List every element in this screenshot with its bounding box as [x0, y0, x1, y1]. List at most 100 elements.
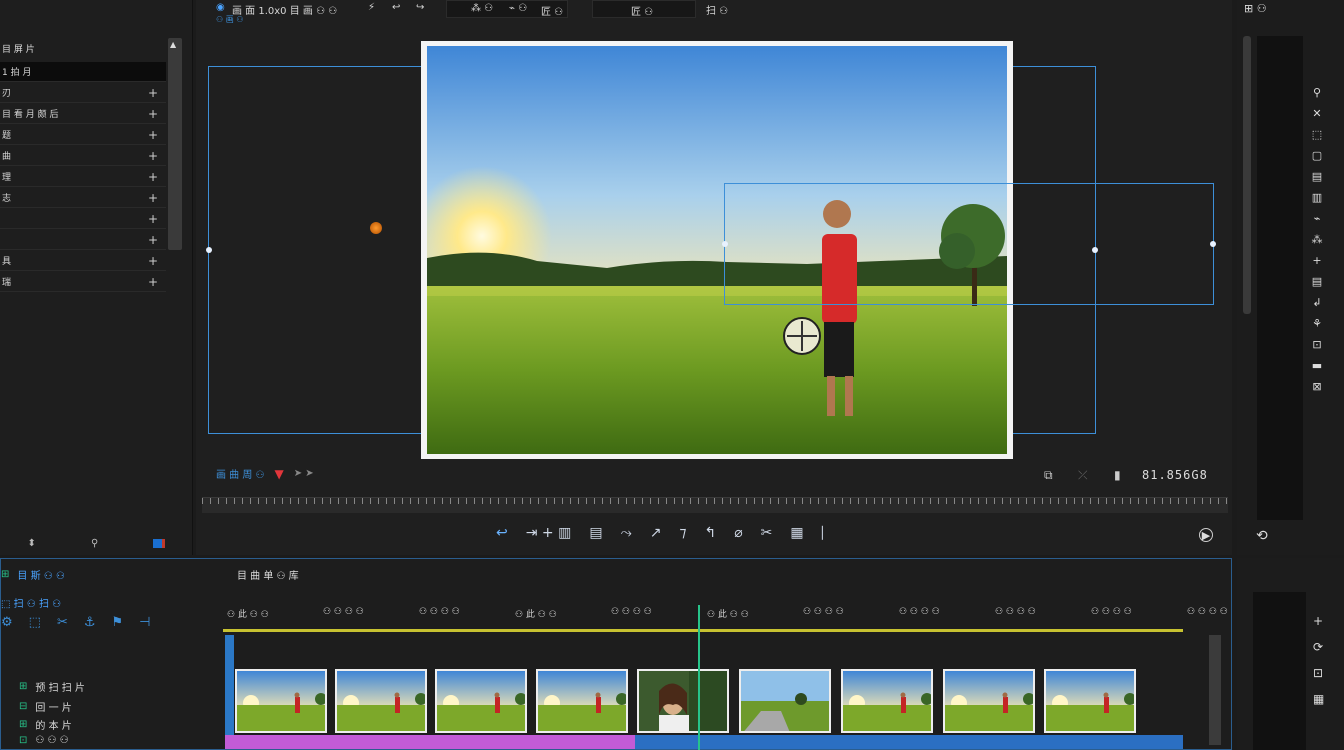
video-clip-thumbnail[interactable]	[943, 669, 1035, 733]
sort-icon[interactable]: ⬍	[28, 538, 36, 549]
ripple-icon[interactable]: ⤳	[621, 525, 632, 541]
video-clip-thumbnail[interactable]	[536, 669, 628, 733]
track-header[interactable]: ⊞ 的 本 片	[19, 717, 72, 732]
chevron-up-icon[interactable]: ▲	[170, 40, 176, 49]
tools-panel-menu[interactable]: ⊞ ⚇	[1244, 2, 1267, 15]
add-icon[interactable]: +	[148, 254, 158, 268]
panel-scrollbar[interactable]	[168, 38, 182, 250]
marker-icon[interactable]: ▼	[275, 467, 284, 481]
video-clip-thumbnail[interactable]	[841, 669, 933, 733]
panel-row[interactable]: 志 +	[0, 188, 166, 208]
panel-row[interactable]: +	[0, 209, 166, 229]
tool-icon[interactable]: ▤	[1312, 170, 1322, 183]
tool-icon[interactable]: +	[1312, 254, 1321, 267]
tool-icon[interactable]: ⌁	[1314, 212, 1321, 225]
track-header[interactable]: ⊞ 目 斯 ⚇ ⚇	[1, 567, 65, 582]
timeline-tool-icon[interactable]: ⊣	[139, 615, 150, 630]
track-toggle-icon[interactable]: ⊞	[19, 719, 27, 730]
play-icon[interactable]: ▶	[1199, 528, 1213, 542]
tool-icon[interactable]: ▬	[1312, 359, 1322, 372]
mark-in-icon[interactable]: ↩	[496, 525, 508, 541]
track-header[interactable]: ⊡ ⚇ ⚇ ⚇	[19, 735, 69, 746]
timeline-scrollbar[interactable]	[1209, 635, 1221, 745]
layout-icon[interactable]: ▦	[790, 525, 803, 541]
video-clip-thumbnail[interactable]	[235, 669, 327, 733]
add-icon[interactable]: +	[148, 149, 158, 163]
monitor-timeline-ruler[interactable]	[202, 497, 1228, 513]
add-icon[interactable]: +	[148, 170, 158, 184]
tool-icon[interactable]: ⁂	[1312, 233, 1323, 246]
timeline-tool-icon[interactable]: ⚑	[112, 615, 124, 630]
add-icon[interactable]: +	[148, 212, 158, 226]
add-icon[interactable]: +	[148, 275, 158, 289]
split-icon[interactable]: ⤫	[1078, 468, 1088, 483]
resize-handle-left[interactable]	[206, 247, 212, 253]
toolbar-item-a[interactable]: ⁂ ⚇	[471, 3, 493, 14]
track-toggle-icon[interactable]: ⊞	[1, 569, 9, 580]
panel-row[interactable]: 1 拍 月	[0, 62, 166, 82]
add-icon[interactable]: +	[1313, 614, 1324, 628]
add-icon[interactable]: +	[148, 128, 158, 142]
video-clip-thumbnail[interactable]	[1044, 669, 1136, 733]
panel-row[interactable]: 刃 +	[0, 83, 166, 103]
panel-row[interactable]: 具 +	[0, 251, 166, 271]
timeline-tool-icon[interactable]: ⚙	[1, 615, 13, 630]
add-icon[interactable]: +	[148, 86, 158, 100]
tool-icon[interactable]: ✕	[1312, 107, 1321, 120]
search-icon[interactable]: ⚲	[91, 538, 98, 549]
nav-icons[interactable]: ➤ ➤	[294, 468, 314, 479]
tool-icon[interactable]: ▢	[1312, 149, 1322, 162]
timecode-display[interactable]: 81.856G8	[1142, 468, 1208, 482]
video-clip-thumbnail[interactable]	[637, 669, 729, 733]
track-header[interactable]: ⊞ 预 扫 扫 片	[19, 679, 85, 694]
reset-icon[interactable]: ⟲	[1256, 528, 1268, 544]
work-area-bar[interactable]	[223, 629, 1183, 632]
tool-icon[interactable]: ⚘	[1312, 317, 1322, 330]
panel-row[interactable]: +	[0, 230, 166, 250]
tool-icon[interactable]: ⚲	[1313, 86, 1321, 99]
toolbar-item-c[interactable]: 匠 ⚇	[541, 3, 563, 18]
step-icon[interactable]: ⇥ + ▥	[526, 525, 572, 541]
return-icon[interactable]: ↰	[704, 525, 716, 541]
timeline-tool-icon[interactable]: ⚓	[84, 615, 96, 630]
zoom-label[interactable]: 画 曲 周 ⚇	[216, 466, 265, 481]
tool-icon[interactable]: ▥	[1312, 191, 1322, 204]
track-header[interactable]: ⊟ 回 一 片	[19, 699, 72, 714]
video-clip-thumbnail[interactable]	[435, 669, 527, 733]
tool-icon[interactable]: ⊠	[1312, 380, 1321, 393]
tool-icon[interactable]: ⬚	[1312, 128, 1322, 141]
trim-icon[interactable]: ⎸	[822, 525, 836, 541]
panel-row[interactable]: 题 +	[0, 125, 166, 145]
audio-clip-1[interactable]	[225, 735, 635, 749]
table-icon[interactable]: ▦	[1313, 692, 1324, 706]
new-item-icon[interactable]	[153, 538, 166, 548]
panel-row[interactable]: 瑞 +	[0, 272, 166, 292]
panel-row[interactable]: 曲 +	[0, 146, 166, 166]
tool-icon[interactable]: ↲	[1312, 296, 1321, 309]
tool-icon[interactable]: ⊡	[1312, 338, 1321, 351]
grid-icon[interactable]: ▤	[589, 525, 602, 541]
playhead[interactable]	[698, 605, 700, 750]
razor-icon[interactable]: ✂	[761, 525, 773, 541]
secondary-handle-left[interactable]	[722, 241, 728, 247]
tool-icon[interactable]: ▤	[1312, 275, 1322, 288]
refresh-icon[interactable]: ⟳	[1313, 640, 1324, 654]
track-toggle-icon[interactable]: ⊡	[19, 735, 27, 746]
safe-margin-icon[interactable]: ⧉	[1044, 468, 1053, 483]
tool-icon-1[interactable]: ⚡	[368, 2, 375, 13]
video-clip-thumbnail[interactable]	[739, 669, 831, 733]
toolbar-item-d[interactable]: 匠 ⚇	[631, 3, 653, 18]
track-toggle-icon[interactable]: ⊟	[19, 701, 27, 712]
undo-icon[interactable]: ↩	[392, 2, 400, 13]
arrow-icon[interactable]: ↗	[650, 525, 662, 541]
timeline-tool-icon[interactable]: ✂	[57, 615, 68, 630]
panel-row[interactable]: 目 看 月 颇 后 +	[0, 104, 166, 124]
panel-row[interactable]: 理 +	[0, 167, 166, 187]
tools-scrollbar[interactable]	[1243, 36, 1251, 314]
track-header[interactable]: ⬚ 扫 ⚇ 扫 ⚇	[1, 595, 61, 610]
add-icon[interactable]: +	[148, 233, 158, 247]
sequence-title[interactable]: 目 曲 单 ⚇ 库	[237, 567, 299, 582]
toolbar-item-b[interactable]: ⌁ ⚇	[509, 3, 527, 14]
add-icon[interactable]: +	[148, 191, 158, 205]
pen-icon[interactable]: ⁊	[680, 525, 687, 541]
